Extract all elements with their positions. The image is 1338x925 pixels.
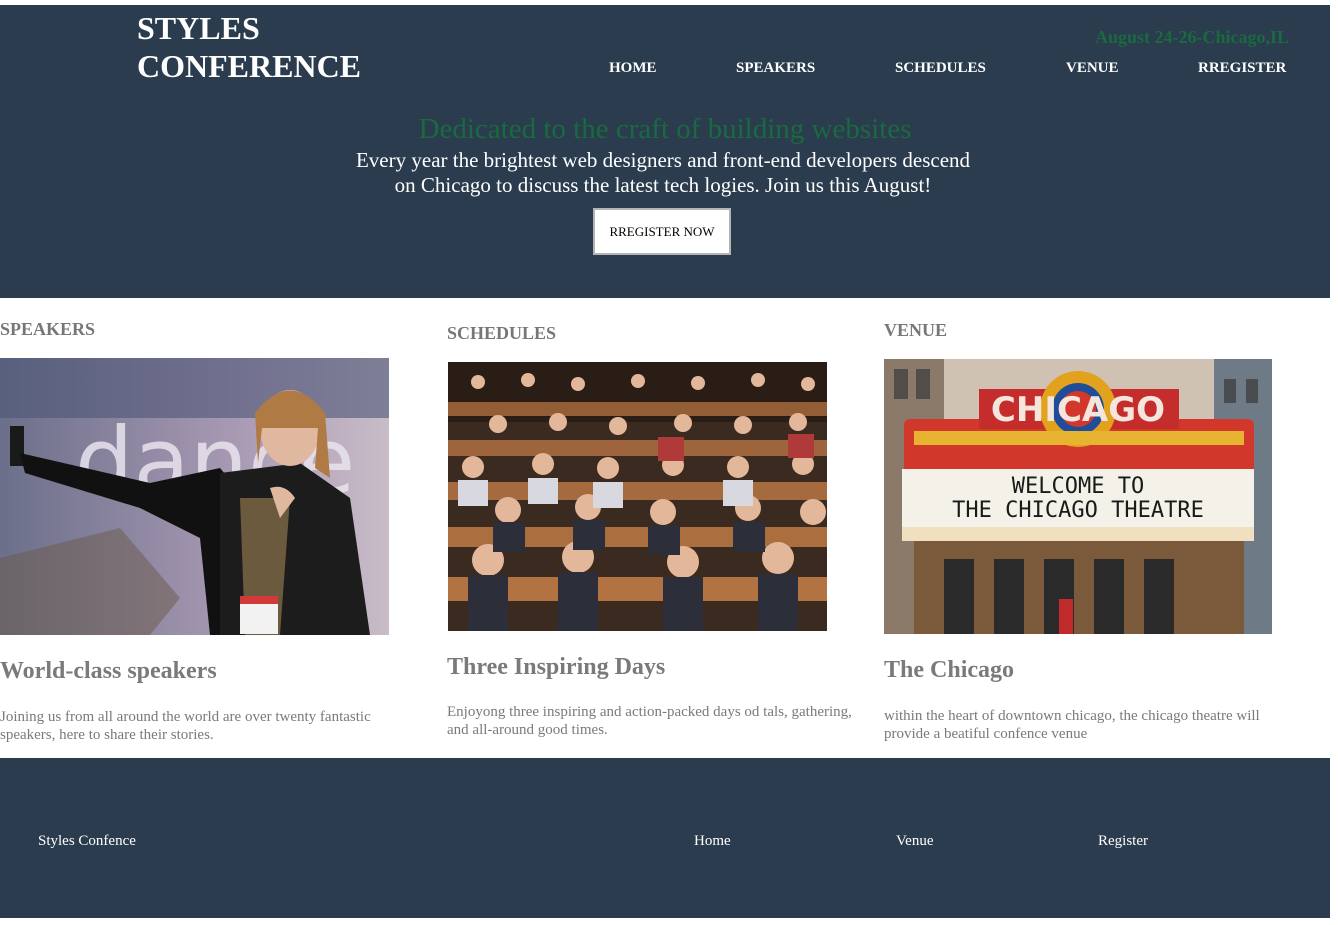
nav-venue[interactable]: VENUE [1066,60,1119,77]
footer-brand: Styles Confence [38,833,136,849]
venue-card-heading: The Chicago [884,657,1015,683]
venue-section-title: VENUE [884,320,948,340]
footer-link-register[interactable]: Register [1098,833,1148,850]
venue-card-text: within the heart of downtown chicago, th… [884,707,1260,743]
schedules-card-text-line-1: Enjoyong three inspiring and action-pack… [447,704,852,720]
logo-line-1: STYLES [137,10,260,46]
schedules-card-heading: Three Inspiring Days [447,654,666,680]
venue-card-text-line-2: provide a beatiful confence venue [884,726,1088,742]
schedules-card-text-line-2: and all-around good times. [447,722,608,738]
nav-register[interactable]: RREGISTER [1198,60,1286,77]
nav-schedules[interactable]: SCHEDULES [895,60,986,77]
site-header: STYLES CONFERENCE August 24-26-Chicago,I… [0,5,1330,298]
site-footer: Styles Confence Home Venue Register [0,758,1330,918]
event-dateline: August 24-26-Chicago,IL [1094,27,1289,47]
footer-link-venue[interactable]: Venue [896,833,934,850]
nav-speakers[interactable]: SPEAKERS [736,60,815,77]
nav-home[interactable]: HOME [609,60,657,77]
marquee-line-2: THE CHICAGO THEATRE [952,498,1204,523]
hero-description-line-2: on Chicago to discuss the latest tech lo… [394,173,932,197]
schedules-section-title: SCHEDULES [447,323,557,343]
speakers-card-text: Joining us from all around the world are… [0,708,371,744]
chicago-theatre-photo: CHICAGO WELCOME TO THE CHICAGO THEATRE [884,359,1272,634]
speakers-card-text-line-1: Joining us from all around the world are… [0,709,371,725]
speakers-section-title: SPEAKERS [0,319,96,339]
schedules-card-text: Enjoyong three inspiring and action-pack… [447,703,852,739]
venue-card-text-line-1: within the heart of downtown chicago, th… [884,708,1260,724]
footer-link-home[interactable]: Home [694,833,731,850]
logo-line-2: CONFERENCE [137,48,362,84]
hero-description-line-1: Every year the brightest web designers a… [355,148,971,172]
speakers-card-heading: World-class speakers [0,658,217,684]
speakers-card-text-line-2: speakers, here to share their stories. [0,727,214,743]
hero-description: Every year the brightest web designers a… [0,148,1326,198]
hero-title: Dedicated to the craft of building websi… [418,113,912,145]
register-now-button[interactable]: RREGISTER NOW [593,208,731,255]
audience-photo [448,362,827,631]
marquee-line-1: WELCOME TO [1012,474,1144,499]
theatre-sign: CHICAGO [991,390,1165,430]
site-logo[interactable]: STYLES CONFERENCE [137,9,361,85]
speaker-photo: dance [0,358,389,635]
